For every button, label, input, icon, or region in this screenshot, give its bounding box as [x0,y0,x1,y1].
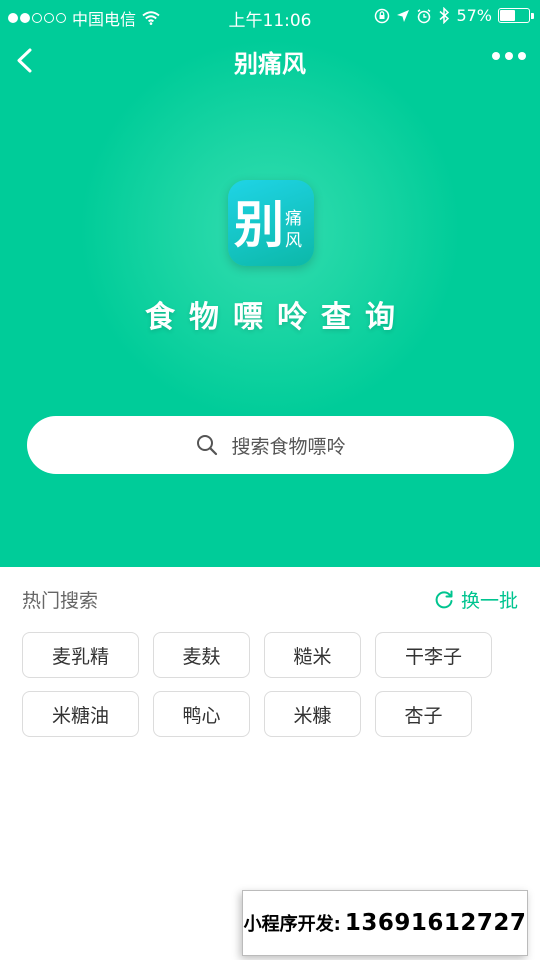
hot-tag[interactable]: 鸭心 [153,691,250,737]
refresh-button[interactable]: 换一批 [433,586,518,613]
hot-tag[interactable]: 杏子 [375,691,472,737]
battery-percent: 57% [456,6,492,25]
hot-tag[interactable]: 米糖油 [22,691,139,737]
hot-tag[interactable]: 麦麸 [153,632,250,678]
status-right: 57% [374,6,534,25]
hot-search-header: 热门搜索 换一批 [22,586,518,614]
search-icon [197,435,218,456]
status-bar: 中国电信 上午11:06 57% [0,0,540,31]
hot-tag[interactable]: 米糠 [264,691,361,737]
promo-banner: 小程序开发: 13691612727 [242,890,528,956]
hot-search-title: 热门搜索 [22,590,99,612]
search-placeholder: 搜索食物嘌呤 [231,435,346,458]
hot-tag[interactable]: 干李子 [375,632,492,678]
hero-title: 食物嘌呤查询 [145,300,409,335]
hero-section: 中国电信 上午11:06 57% 别痛风 别 痛 风 食物嘌呤查询 搜索食物嘌呤 [0,0,540,567]
page-title: 别痛风 [234,50,306,78]
promo-label: 小程序开发: [243,914,341,935]
battery-level [500,10,516,21]
location-arrow-icon [397,9,410,22]
refresh-label: 换一批 [460,590,518,612]
battery-icon [498,8,534,23]
orientation-lock-icon [375,8,390,23]
more-dots-icon [492,52,500,60]
logo-subtext-2: 风 [285,231,302,251]
logo-subtext-1: 痛 [285,209,302,229]
nav-bar: 别痛风 [0,30,540,90]
alarm-icon [417,8,431,23]
app-logo: 别 痛 风 [228,180,314,266]
search-input[interactable]: 搜索食物嘌呤 [27,416,514,474]
hot-tag[interactable]: 糙米 [264,632,361,678]
promo-phone: 13691612727 [344,910,527,936]
hot-search-tags: 麦乳精 麦麸 糙米 干李子 米糖油 鸭心 米糠 杏子 [22,632,522,737]
refresh-icon [435,590,453,608]
more-button[interactable] [492,52,526,60]
bluetooth-icon [439,7,450,24]
logo-text: 别 [234,196,284,254]
hot-tag[interactable]: 麦乳精 [22,632,139,678]
